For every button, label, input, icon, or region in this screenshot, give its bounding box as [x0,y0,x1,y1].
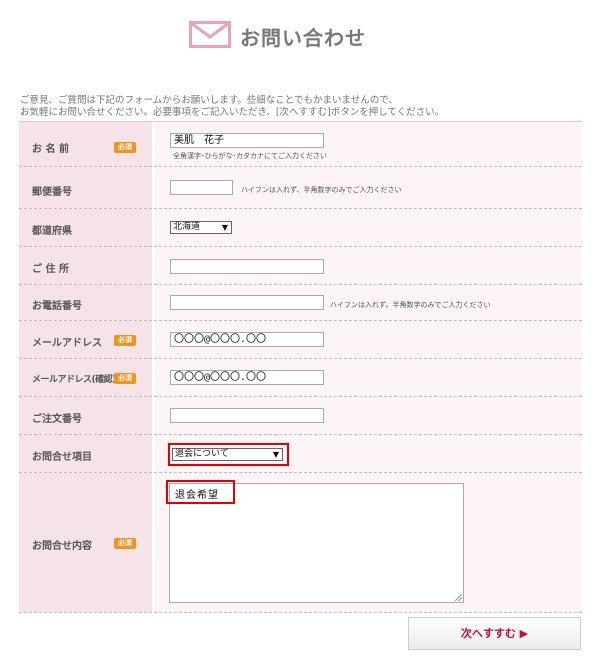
email-confirm-label: メールアドレス(確認) [32,375,116,385]
row-name: お 名 前 必須 美肌 花子 全角漢字･ひらがな･カタカナにてご入力ください [19,122,582,167]
order-number-label: ご注文番号 [32,414,82,425]
name-input[interactable]: 美肌 花子 [170,133,324,148]
inquiry-type-selected: 退会について [175,449,229,459]
email-input[interactable]: 〇〇〇@〇〇〇.〇〇 [170,332,324,347]
postal-label: 郵便番号 [32,187,72,198]
phone-input[interactable] [170,295,324,310]
inquiry-type-select[interactable]: 退会について ▼ [172,448,283,461]
required-badge: 必須 [114,373,136,384]
name-hint: 全角漢字･ひらがな･カタカナにてご入力ください [173,152,327,160]
prefecture-label: 都道府県 [32,226,72,237]
mail-icon [189,21,231,48]
intro-text: ご意見、ご質問は下記のフォームからお願いします。些細なことでもかまいませんので、… [20,95,590,119]
address-input[interactable] [170,259,324,274]
phone-hint: ハイフンは入れず、半角数字のみでご入力ください [330,301,491,309]
phone-label: お電話番号 [32,301,82,312]
row-order-number: ご注文番号 [19,397,582,435]
row-inquiry-body: お問合せ内容 必須 退会希望 [19,473,582,613]
email-confirm-input[interactable]: 〇〇〇@〇〇〇.〇〇 [170,370,324,385]
highlight-box: 退会希望 [166,480,235,504]
required-badge: 必須 [114,538,136,549]
postal-input[interactable] [170,180,233,195]
row-address: ご 住 所 [19,247,582,285]
contact-form: お 名 前 必須 美肌 花子 全角漢字･ひらがな･カタカナにてご入力ください 郵… [19,121,582,613]
row-prefecture: 都道府県 北海道 ▼ [19,209,582,247]
required-badge: 必須 [114,142,136,153]
required-badge: 必須 [114,335,136,346]
inquiry-body-label: お問合せ内容 [32,541,92,552]
address-label: ご 住 所 [32,264,69,275]
email-label: メールアドレス [32,338,102,349]
name-label: お 名 前 [32,144,69,155]
row-phone: お電話番号 ハイフンは入れず、半角数字のみでご入力ください [19,285,582,321]
prefecture-selected: 北海道 [173,222,201,232]
page-title: お問い合わせ [240,26,366,50]
row-inquiry-type: お問合せ項目 退会について ▼ [19,435,582,473]
dropdown-arrow-icon: ▼ [221,223,228,232]
prefecture-select[interactable]: 北海道 ▼ [170,221,232,234]
resize-grip-icon[interactable] [455,594,462,601]
next-button[interactable]: 次へすすむ ▶ [408,617,581,650]
row-email: メールアドレス 必須 〇〇〇@〇〇〇.〇〇 [19,321,582,359]
page-header: お問い合わせ [0,18,600,52]
dropdown-arrow-icon: ▼ [272,450,279,459]
inquiry-body-text: 退会希望 [175,490,219,501]
intro-line-1: ご意見、ご質問は下記のフォームからお願いします。些細なことでもかまいませんので、 [20,95,398,106]
row-postal: 郵便番号 ハイフンは入れず、半角数字のみでご入力ください [19,167,582,209]
row-email-confirm: メールアドレス(確認) 必須 〇〇〇@〇〇〇.〇〇 [19,359,582,397]
inquiry-type-label: お問合せ項目 [32,452,92,463]
order-number-input[interactable] [170,408,324,423]
postal-hint: ハイフンは入れず、半角数字のみでご入力ください [241,186,402,194]
intro-line-2: お気軽にお問い合せください。必要事項をご記入いただき、[次へすすむ]ボタンを押し… [20,107,445,118]
